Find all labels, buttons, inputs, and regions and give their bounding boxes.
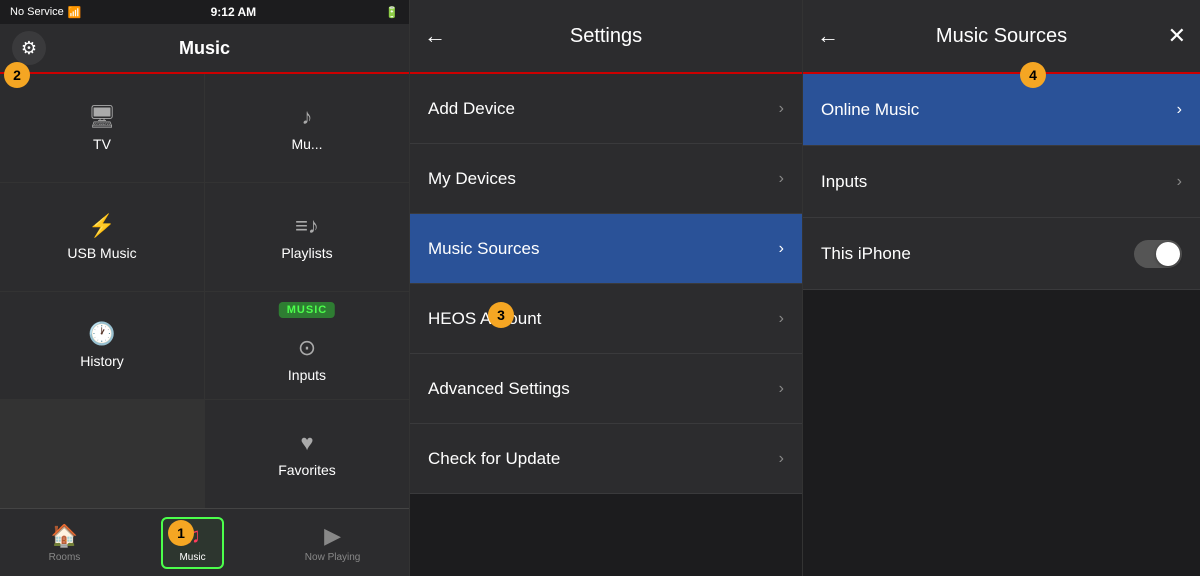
advanced-settings-label: Advanced Settings — [428, 379, 570, 399]
music-icon: ♪ — [302, 104, 313, 130]
panel-settings: ← Settings Add Device › My Devices › Mus… — [410, 0, 803, 576]
playlists-label: Playlists — [281, 245, 332, 261]
toggle-knob — [1156, 242, 1180, 266]
music-nav-label: Music — [179, 552, 205, 563]
settings-item-music-sources[interactable]: Music Sources › — [410, 214, 802, 284]
grid-item-history[interactable]: 🕐 History — [0, 292, 204, 400]
playlists-icon: ≡♪ — [295, 213, 319, 239]
history-label: History — [80, 353, 124, 369]
battery-icon: 🔋 — [385, 6, 399, 19]
app-container: 2 1 3 4 No Service 📶 9:12 AM 🔋 Music — [0, 0, 1200, 576]
source-item-inputs[interactable]: Inputs › — [803, 146, 1200, 218]
sources-title: Music Sources — [936, 25, 1067, 48]
inputs-source-chevron: › — [1177, 173, 1182, 191]
heos-account-label: HEOS Account — [428, 309, 541, 329]
grid-item-playlists[interactable]: ≡♪ Playlists — [205, 183, 409, 291]
music-grid: 🖥 TV ♪ Mu... ⚡ USB Music ≡♪ Playlists 🕐 … — [0, 74, 409, 508]
music-label: Mu... — [291, 136, 322, 152]
settings-item-add-device[interactable]: Add Device › — [410, 74, 802, 144]
tv-label: TV — [93, 136, 111, 152]
music-panel-title: Music — [179, 38, 230, 59]
online-music-label: Online Music — [821, 100, 919, 120]
panel-sources: ← Music Sources ✕ Online Music › Inputs … — [803, 0, 1200, 576]
advanced-settings-chevron: › — [779, 380, 784, 398]
favorites-icon: ♥ — [300, 430, 313, 456]
bottom-nav: 🏠 Rooms ♫ Music ▶ Now Playing — [0, 508, 409, 576]
gear-icon — [21, 38, 37, 59]
inputs-source-label: Inputs — [821, 172, 867, 192]
settings-back-button[interactable]: ← — [424, 23, 446, 49]
back-arrow-icon: ← — [424, 23, 446, 48]
my-devices-label: My Devices — [428, 169, 516, 189]
check-update-chevron: › — [779, 450, 784, 468]
rooms-label: Rooms — [49, 552, 81, 563]
settings-title: Settings — [570, 25, 642, 48]
close-icon: ✕ — [1168, 23, 1186, 48]
music-header: Music — [0, 24, 409, 74]
step-badge-1: 1 — [168, 520, 194, 546]
sources-back-icon: ← — [817, 23, 839, 48]
panel-music: No Service 📶 9:12 AM 🔋 Music 🖥 TV — [0, 0, 410, 576]
this-iphone-label: This iPhone — [821, 244, 911, 264]
status-bar: No Service 📶 9:12 AM 🔋 — [0, 0, 409, 24]
grid-item-usb[interactable]: ⚡ USB Music — [0, 183, 204, 291]
status-right: 🔋 — [385, 6, 399, 19]
add-device-label: Add Device — [428, 99, 515, 119]
nav-now-playing[interactable]: ▶ Now Playing — [289, 519, 377, 567]
settings-item-advanced-settings[interactable]: Advanced Settings › — [410, 354, 802, 424]
inputs-icon: ⊙ — [298, 335, 316, 361]
sources-list: Online Music › Inputs › This iPhone — [803, 74, 1200, 576]
heos-account-chevron: › — [779, 310, 784, 328]
now-playing-icon: ▶ — [324, 523, 341, 549]
status-time: 9:12 AM — [211, 5, 257, 19]
grid-item-inputs[interactable]: MUSIC ⊙ Inputs — [205, 292, 409, 400]
step-badge-3: 3 — [488, 302, 514, 328]
wifi-icon: 📶 — [68, 6, 82, 19]
settings-gear-button[interactable] — [12, 31, 46, 65]
status-left: No Service 📶 — [10, 6, 82, 19]
settings-list: Add Device › My Devices › Music Sources … — [410, 74, 802, 576]
settings-item-heos-account[interactable]: HEOS Account › — [410, 284, 802, 354]
my-devices-chevron: › — [779, 170, 784, 188]
grid-item-tv[interactable]: 🖥 TV — [0, 74, 204, 182]
nav-rooms[interactable]: 🏠 Rooms — [33, 519, 97, 567]
add-device-chevron: › — [779, 100, 784, 118]
sources-close-button[interactable]: ✕ — [1168, 23, 1186, 49]
settings-item-check-update[interactable]: Check for Update › — [410, 424, 802, 494]
music-badge: MUSIC — [279, 302, 335, 318]
history-icon: 🕐 — [88, 321, 115, 347]
carrier-text: No Service — [10, 6, 64, 18]
this-iphone-toggle[interactable] — [1134, 240, 1182, 268]
step-badge-4: 4 — [1020, 62, 1046, 88]
tv-icon: 🖥 — [88, 104, 116, 130]
check-update-label: Check for Update — [428, 449, 560, 469]
now-playing-label: Now Playing — [305, 552, 361, 563]
usb-label: USB Music — [67, 245, 136, 261]
music-sources-label: Music Sources — [428, 239, 539, 259]
favorites-label: Favorites — [278, 462, 336, 478]
source-item-online-music[interactable]: Online Music › — [803, 74, 1200, 146]
rooms-icon: 🏠 — [51, 523, 78, 549]
music-sources-chevron: › — [779, 240, 784, 258]
grid-item-music[interactable]: ♪ Mu... — [205, 74, 409, 182]
sources-back-button[interactable]: ← — [817, 23, 839, 49]
grid-item-favorites[interactable]: ♥ Favorites — [205, 400, 409, 508]
online-music-chevron: › — [1177, 101, 1182, 119]
step-badge-2: 2 — [4, 62, 30, 88]
settings-header: ← Settings — [410, 0, 802, 74]
sources-header: ← Music Sources ✕ — [803, 0, 1200, 74]
usb-icon: ⚡ — [88, 213, 115, 239]
inputs-label: Inputs — [288, 367, 326, 383]
settings-item-my-devices[interactable]: My Devices › — [410, 144, 802, 214]
source-item-this-iphone[interactable]: This iPhone — [803, 218, 1200, 290]
